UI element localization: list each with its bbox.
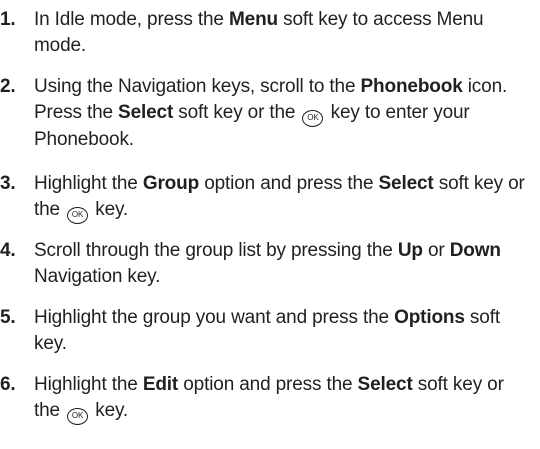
step-text-run: option and press the: [178, 374, 358, 395]
step-text-run: Highlight the: [34, 173, 143, 194]
step-text-run: key.: [90, 199, 129, 220]
emphasized-term: Up: [397, 240, 423, 261]
ok-key-icon: OK: [302, 110, 324, 127]
step-text-run: Highlight the group you want and press t…: [34, 307, 395, 328]
emphasized-term: Down: [449, 240, 501, 261]
step-text: Highlight the Group option and press the…: [34, 171, 530, 224]
emphasized-term: Select: [118, 102, 174, 123]
step-text-run: Scroll through the group list by pressin…: [34, 240, 398, 261]
step-text-run: In Idle mode, press the: [34, 9, 229, 30]
step-number: 1.: [0, 9, 16, 30]
step-text-run: or: [422, 240, 450, 261]
step-text: Scroll through the group list by pressin…: [34, 238, 530, 290]
step-text-run: key.: [90, 400, 129, 421]
step-number: 4.: [0, 240, 16, 261]
emphasized-term: Menu: [228, 9, 278, 30]
ok-key-glyph: OK: [71, 210, 84, 219]
step-text-run: Using the Navigation keys, scroll to the: [34, 76, 361, 97]
step-text-run: Navigation key.: [34, 266, 161, 287]
emphasized-term: Select: [357, 374, 413, 395]
ok-key-icon: OK: [67, 207, 89, 224]
step-number: 6.: [0, 374, 16, 395]
emphasized-term: Edit: [142, 374, 179, 395]
step-text-run: soft key or the: [173, 102, 301, 123]
step-text: Highlight the Edit option and press the …: [34, 372, 530, 425]
step-text: Highlight the group you want and press t…: [34, 305, 530, 357]
emphasized-term: Select: [378, 173, 434, 194]
ok-key-glyph: OK: [71, 411, 84, 420]
emphasized-term: Group: [142, 173, 200, 194]
ok-key-icon: OK: [67, 408, 89, 425]
step-number: 3.: [0, 173, 16, 194]
ok-key-glyph: OK: [307, 113, 319, 122]
step-text-run: option and press the: [199, 173, 379, 194]
step-text: Using the Navigation keys, scroll to the…: [34, 74, 530, 153]
emphasized-term: Options: [394, 307, 465, 328]
step-number: 5.: [0, 307, 16, 328]
step-number: 2.: [0, 76, 16, 97]
step-text: In Idle mode, press the Menu soft key to…: [34, 7, 530, 59]
emphasized-term: Phonebook: [360, 76, 463, 97]
step-text-run: Highlight the: [34, 374, 143, 395]
